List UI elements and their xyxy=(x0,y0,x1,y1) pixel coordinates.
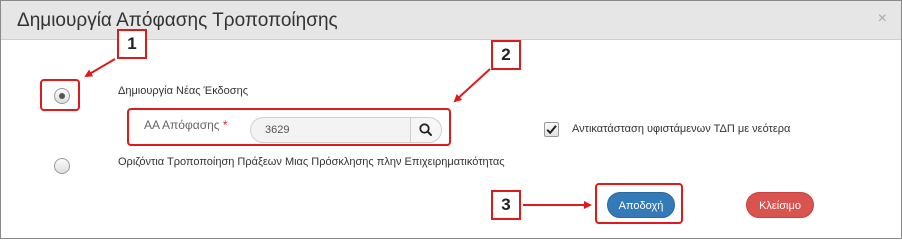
annotation-number-1: 1 xyxy=(117,29,147,59)
close-icon[interactable]: × xyxy=(878,10,887,28)
replace-checkbox-label: Αντικατάσταση υφιστάμενων ΤΔΠ με νεότερα xyxy=(572,123,791,135)
annotation-box-decision-field xyxy=(127,108,451,146)
annotation-number-2: 2 xyxy=(491,40,521,70)
new-version-label: Δημιουργία Νέας Έκδοσης xyxy=(118,85,249,97)
close-button[interactable]: Κλείσιμο xyxy=(746,192,814,218)
annotation-box-accept xyxy=(595,183,683,224)
horizontal-modification-label: Οριζόντια Τροποποίηση Πράξεων Μιας Πρόσκ… xyxy=(118,156,505,168)
checkmark-icon xyxy=(546,125,557,135)
replace-checkbox[interactable] xyxy=(544,122,559,137)
annotation-box-radio xyxy=(40,79,80,111)
annotation-number-3: 3 xyxy=(491,190,521,220)
horizontal-modification-radio[interactable] xyxy=(54,158,70,174)
dialog-title: Δημιουργία Απόφασης Τροποποίησης xyxy=(17,10,338,31)
